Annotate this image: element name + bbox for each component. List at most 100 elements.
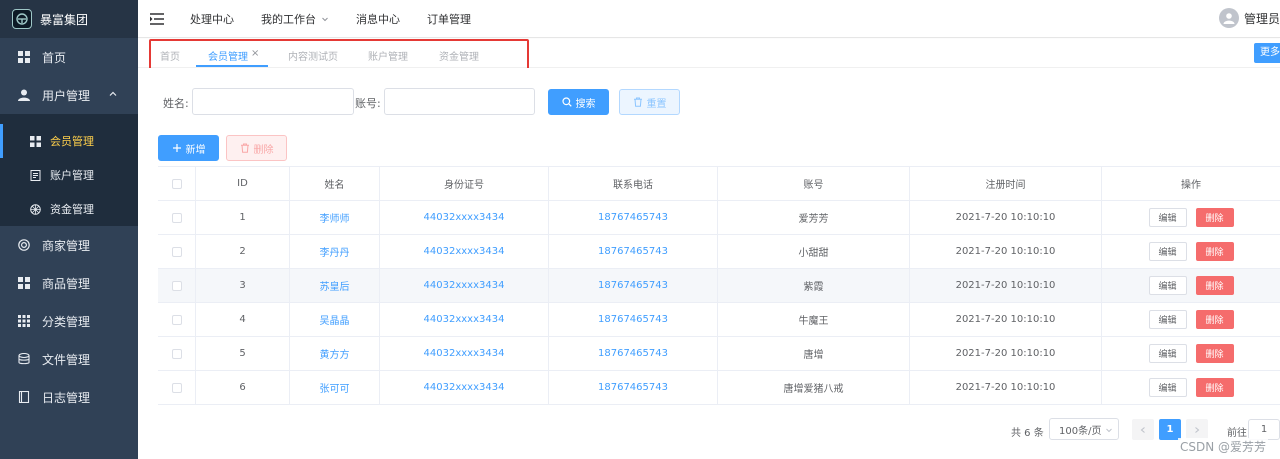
- edit-button[interactable]: 编辑: [1148, 344, 1187, 363]
- topnav-workbench[interactable]: 我的工作台: [261, 11, 329, 27]
- user-menu[interactable]: 管理员: [1218, 8, 1280, 28]
- table-row[interactable]: 4 吴晶晶 44032xxxx3434 18767465743 牛魔王 2021…: [158, 303, 1280, 337]
- cell-idcard[interactable]: 44032xxxx3434: [380, 269, 549, 302]
- sidebar-item-funds[interactable]: 资金管理: [0, 192, 138, 226]
- table-row[interactable]: 1 李师师 44032xxxx3434 18767465743 爱芳芳 2021…: [158, 201, 1280, 235]
- edit-button[interactable]: 编辑: [1148, 208, 1187, 227]
- reset-button[interactable]: 重置: [619, 89, 680, 115]
- delete-button[interactable]: 删除: [1195, 344, 1234, 363]
- topnav-messages[interactable]: 消息中心: [356, 11, 400, 27]
- members-table: ID 姓名 身份证号 联系电话 账号 注册时间 操作 1 李师师 44032xx…: [158, 166, 1280, 405]
- sidebar-item-members[interactable]: 会员管理: [0, 124, 138, 158]
- row-checkbox[interactable]: [171, 280, 182, 291]
- cell-register-time: 2021-7-20 10:10:10: [910, 371, 1102, 404]
- edit-button[interactable]: 编辑: [1148, 242, 1187, 261]
- tab-home[interactable]: 首页: [160, 48, 180, 63]
- cell-idcard[interactable]: 44032xxxx3434: [380, 235, 549, 268]
- page-number-current[interactable]: 1: [1159, 419, 1181, 440]
- tab-funds[interactable]: 资金管理: [439, 48, 479, 63]
- edit-button[interactable]: 编辑: [1148, 378, 1187, 397]
- header-register-time[interactable]: 注册时间: [910, 167, 1102, 200]
- cell-phone[interactable]: 18767465743: [549, 371, 718, 404]
- cell-name[interactable]: 张可可: [290, 371, 380, 404]
- menu-toggle-icon[interactable]: [150, 12, 164, 25]
- cell-name[interactable]: 李丹丹: [290, 235, 380, 268]
- table-row[interactable]: 6 张可可 44032xxxx3434 18767465743 唐增爱猪八戒 2…: [158, 371, 1280, 405]
- sidebar-item-users[interactable]: 用户管理: [0, 76, 138, 114]
- cell-actions: 编辑 删除: [1102, 269, 1280, 302]
- grid-icon: [18, 277, 30, 289]
- next-page-button[interactable]: [1186, 419, 1208, 440]
- row-checkbox[interactable]: [171, 348, 182, 359]
- delete-button[interactable]: 删除: [1195, 310, 1234, 329]
- add-button[interactable]: 新增: [158, 135, 219, 161]
- sidebar-item-logs[interactable]: 日志管理: [0, 378, 138, 416]
- prev-page-button[interactable]: [1132, 419, 1154, 440]
- cell-idcard[interactable]: 44032xxxx3434: [380, 303, 549, 336]
- tab-accounts[interactable]: 账户管理: [368, 48, 408, 63]
- batch-delete-button[interactable]: 删除: [226, 135, 287, 161]
- cell-phone[interactable]: 18767465743: [549, 201, 718, 234]
- sidebar-item-categories[interactable]: 分类管理: [0, 302, 138, 340]
- cell-account: 紫霞: [718, 269, 910, 302]
- account-input[interactable]: [384, 88, 535, 115]
- header-name[interactable]: 姓名: [290, 167, 380, 200]
- sidebar-item-products[interactable]: 商品管理: [0, 264, 138, 302]
- cell-account: 唐增爱猪八戒: [718, 371, 910, 404]
- row-select-cell: [158, 337, 196, 370]
- brand[interactable]: 暴富集团: [0, 0, 138, 38]
- cell-phone[interactable]: 18767465743: [549, 269, 718, 302]
- cell-idcard[interactable]: 44032xxxx3434: [380, 371, 549, 404]
- table-header: ID 姓名 身份证号 联系电话 账号 注册时间 操作: [158, 167, 1280, 201]
- name-input[interactable]: [192, 88, 354, 115]
- sidebar-item-accounts[interactable]: 账户管理: [0, 158, 138, 192]
- topnav-orders[interactable]: 订单管理: [427, 11, 471, 27]
- search-button[interactable]: 搜索: [548, 89, 609, 115]
- tab-close-icon[interactable]: ×: [251, 48, 259, 59]
- page-size-select[interactable]: 100条/页: [1049, 418, 1119, 440]
- delete-button[interactable]: 删除: [1195, 276, 1234, 295]
- sidebar-item-home[interactable]: 首页: [0, 38, 138, 76]
- cell-register-time: 2021-7-20 10:10:10: [910, 269, 1102, 302]
- cell-name[interactable]: 吴晶晶: [290, 303, 380, 336]
- row-checkbox[interactable]: [171, 314, 182, 325]
- cell-idcard[interactable]: 44032xxxx3434: [380, 201, 549, 234]
- cell-name[interactable]: 李师师: [290, 201, 380, 234]
- tab-content-test[interactable]: 内容测试页: [288, 48, 338, 63]
- sidebar-item-merchants[interactable]: 商家管理: [0, 226, 138, 264]
- header-account[interactable]: 账号: [718, 167, 910, 200]
- tab-members[interactable]: 会员管理: [196, 48, 268, 67]
- edit-button[interactable]: 编辑: [1148, 276, 1187, 295]
- row-checkbox[interactable]: [171, 212, 182, 223]
- sidebar-item-label: 首页: [42, 50, 67, 65]
- header-id[interactable]: ID: [196, 167, 290, 200]
- delete-button[interactable]: 删除: [1195, 208, 1234, 227]
- sidebar-item-files[interactable]: 文件管理: [0, 340, 138, 378]
- cell-idcard[interactable]: 44032xxxx3434: [380, 337, 549, 370]
- watermark: CSDN @爱芳芳: [1178, 438, 1269, 455]
- select-all-checkbox[interactable]: [171, 178, 182, 189]
- topnav-processing-center[interactable]: 处理中心: [190, 11, 234, 27]
- cell-name[interactable]: 黄方方: [290, 337, 380, 370]
- delete-button[interactable]: 删除: [1195, 378, 1234, 397]
- header-idcard[interactable]: 身份证号: [380, 167, 549, 200]
- cell-name[interactable]: 苏皇后: [290, 269, 380, 302]
- row-checkbox[interactable]: [171, 382, 182, 393]
- apps-icon: [18, 315, 30, 327]
- cell-phone[interactable]: 18767465743: [549, 235, 718, 268]
- more-tabs-button[interactable]: 更多: [1254, 43, 1280, 63]
- cell-register-time: 2021-7-20 10:10:10: [910, 201, 1102, 234]
- table-row[interactable]: 3 苏皇后 44032xxxx3434 18767465743 紫霞 2021-…: [158, 269, 1280, 303]
- cell-phone[interactable]: 18767465743: [549, 337, 718, 370]
- row-checkbox[interactable]: [171, 246, 182, 257]
- table-row[interactable]: 2 李丹丹 44032xxxx3434 18767465743 小甜甜 2021…: [158, 235, 1280, 269]
- cell-actions: 编辑 删除: [1102, 235, 1280, 268]
- delete-button[interactable]: 删除: [1195, 242, 1234, 261]
- chevron-up-icon: [109, 91, 117, 96]
- cell-phone[interactable]: 18767465743: [549, 303, 718, 336]
- header-phone[interactable]: 联系电话: [549, 167, 718, 200]
- goto-page-input[interactable]: [1248, 419, 1280, 440]
- table-row[interactable]: 5 黄方方 44032xxxx3434 18767465743 唐增 2021-…: [158, 337, 1280, 371]
- edit-button[interactable]: 编辑: [1148, 310, 1187, 329]
- page-size-value: 100条/页: [1059, 425, 1102, 437]
